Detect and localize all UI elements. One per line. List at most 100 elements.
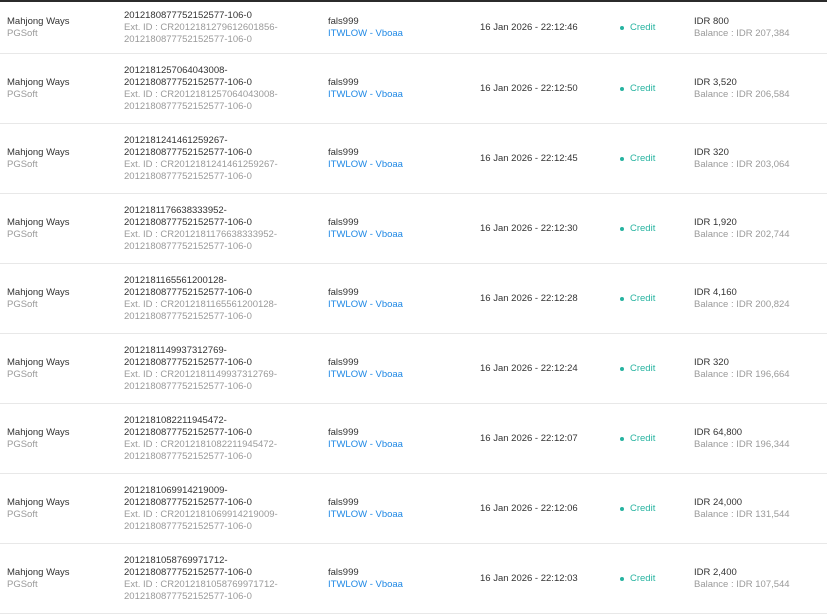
balance-after: Balance : IDR 207,384 [694,27,790,39]
external-id: 2012180877752152577-106-0 [124,450,252,462]
transaction-id-cell: 2012181176638333952- 2012180877752152577-… [124,194,324,263]
datetime-cell: 16 Jan 2026 - 22:12:50 [480,54,610,123]
datetime-cell: 16 Jan 2026 - 22:12:24 [480,334,610,403]
username: fals999 [328,15,359,27]
game-cell: Mahjong Ways PGSoft [7,474,117,543]
transaction-datetime: 16 Jan 2026 - 22:12:50 [480,82,578,94]
transaction-datetime: 16 Jan 2026 - 22:12:24 [480,362,578,374]
balance-after: Balance : IDR 200,824 [694,298,790,310]
user-cell: fals999 ITWLOW - Vboaa [328,2,468,53]
game-cell: Mahjong Ways PGSoft [7,544,117,613]
game-cell: Mahjong Ways PGSoft [7,404,117,473]
transaction-id-cell: 2012181058769971712- 2012180877752152577-… [124,544,324,613]
username: fals999 [328,426,359,438]
username: fals999 [328,216,359,228]
user-cell: fals999 ITWLOW - Vboaa [328,334,468,403]
external-id: Ext. ID : CR2012181241461259267- [124,158,278,170]
game-provider: PGSoft [7,508,38,520]
transaction-table: Mahjong Ways PGSoft 2012180877752152577-10… [0,2,827,614]
transaction-id: 2012180877752152577-106-0 [124,9,252,21]
user-cell: fals999 ITWLOW - Vboaa [328,124,468,193]
game-cell: Mahjong Ways PGSoft [7,264,117,333]
transaction-datetime: 16 Jan 2026 - 22:12:06 [480,502,578,514]
type-cell: Credit [620,264,690,333]
transaction-amount: IDR 4,160 [694,286,737,298]
game-provider: PGSoft [7,27,38,39]
status-dot-icon [620,86,624,91]
transaction-datetime: 16 Jan 2026 - 22:12:30 [480,222,578,234]
username: fals999 [328,76,359,88]
game-provider: PGSoft [7,158,38,170]
external-id: 2012180877752152577-106-0 [124,170,252,182]
type-cell: Credit [620,54,690,123]
balance-after: Balance : IDR 196,664 [694,368,790,380]
amount-cell: IDR 24,000 Balance : IDR 131,544 [694,474,827,543]
external-id: 2012180877752152577-106-0 [124,520,252,532]
type-cell: Credit [620,334,690,403]
game-name: Mahjong Ways [7,15,70,27]
external-id: Ext. ID : CR2012181082211945472- [124,438,277,450]
datetime-cell: 16 Jan 2026 - 22:12:06 [480,474,610,543]
username: fals999 [328,286,359,298]
table-row: Mahjong Ways PGSoft 2012180877752152577-10… [0,2,827,54]
transaction-amount: IDR 64,800 [694,426,743,438]
username: fals999 [328,566,359,578]
transaction-id: 2012180877752152577-106-0 [124,496,252,508]
agent-link[interactable]: ITWLOW - Vboaa [328,229,468,241]
user-cell: fals999 ITWLOW - Vboaa [328,544,468,613]
transaction-datetime: 16 Jan 2026 - 22:12:03 [480,572,578,584]
game-name: Mahjong Ways [7,426,70,438]
external-id: Ext. ID : CR2012181069914219009- [124,508,278,520]
transaction-type-badge: Credit [630,21,656,33]
agent-link[interactable]: ITWLOW - Vboaa [328,439,468,451]
type-cell: Credit [620,404,690,473]
agent-link[interactable]: ITWLOW - Vboaa [328,159,468,171]
agent-link[interactable]: ITWLOW - Vboaa [328,89,468,101]
transaction-id: 2012181176638333952- [124,204,227,216]
balance-after: Balance : IDR 206,584 [694,88,790,100]
agent-link[interactable]: ITWLOW - Vboaa [328,509,468,521]
game-provider: PGSoft [7,228,38,240]
agent-link[interactable]: ITWLOW - Vboaa [328,579,468,591]
external-id: Ext. ID : CR2012181257064043008- [124,88,278,100]
game-name: Mahjong Ways [7,286,70,298]
type-cell: Credit [620,194,690,263]
transaction-type-badge: Credit [630,432,656,444]
transaction-datetime: 16 Jan 2026 - 22:12:28 [480,292,578,304]
amount-cell: IDR 800 Balance : IDR 207,384 [694,2,827,53]
type-cell: Credit [620,124,690,193]
external-id: Ext. ID : CR2012181058769971712- [124,578,278,590]
transaction-id: 2012181149937312769- [124,344,227,356]
agent-link[interactable]: ITWLOW - Vboaa [328,28,468,40]
transaction-type-badge: Credit [630,292,656,304]
table-row: Mahjong Ways PGSoft 2012181058769971712- 20… [0,544,827,614]
transaction-amount: IDR 24,000 [694,496,743,508]
balance-after: Balance : IDR 107,544 [694,578,790,590]
agent-link[interactable]: ITWLOW - Vboaa [328,299,468,311]
game-name: Mahjong Ways [7,216,70,228]
type-cell: Credit [620,474,690,543]
game-name: Mahjong Ways [7,566,70,578]
username: fals999 [328,356,359,368]
balance-after: Balance : IDR 196,344 [694,438,790,450]
transaction-id: 2012181165561200128- [124,274,227,286]
transaction-id-cell: 2012181257064043008- 2012180877752152577-… [124,54,324,123]
transaction-id: 2012180877752152577-106-0 [124,566,252,578]
external-id: Ext. ID : CR2012181149937312769- [124,368,277,380]
user-cell: fals999 ITWLOW - Vboaa [328,474,468,543]
balance-after: Balance : IDR 131,544 [694,508,790,520]
table-row: Mahjong Ways PGSoft 2012181176638333952- 20… [0,194,827,264]
agent-link[interactable]: ITWLOW - Vboaa [328,369,468,381]
transaction-id-cell: 2012180877752152577-106-0 Ext. ID : CR201… [124,2,324,53]
amount-cell: IDR 3,520 Balance : IDR 206,584 [694,54,827,123]
user-cell: fals999 ITWLOW - Vboaa [328,194,468,263]
user-cell: fals999 ITWLOW - Vboaa [328,404,468,473]
table-row: Mahjong Ways PGSoft 2012181257064043008- 20… [0,54,827,124]
transaction-id-cell: 2012181165561200128- 2012180877752152577-… [124,264,324,333]
transaction-id-cell: 2012181241461259267- 2012180877752152577-… [124,124,324,193]
table-row: Mahjong Ways PGSoft 2012181165561200128- 20… [0,264,827,334]
transaction-type-badge: Credit [630,222,656,234]
transaction-type-badge: Credit [630,572,656,584]
transaction-id: 2012181082211945472- [124,414,227,426]
amount-cell: IDR 64,800 Balance : IDR 196,344 [694,404,827,473]
